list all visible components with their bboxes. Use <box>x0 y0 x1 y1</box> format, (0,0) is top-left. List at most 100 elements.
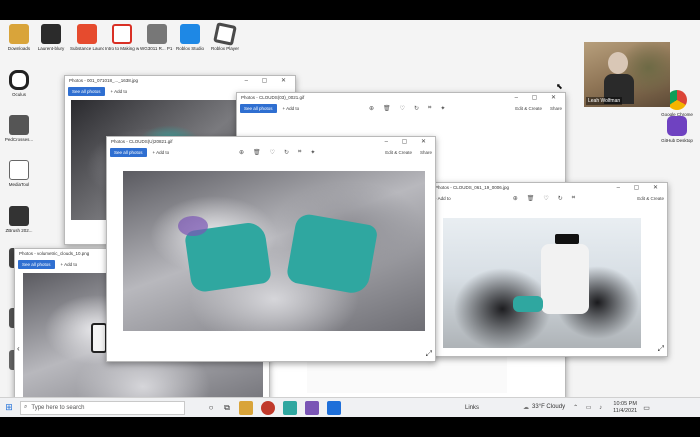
system-tray-icons[interactable]: ⌃ ▭ ♪ <box>573 404 605 411</box>
desktop-icon-github-desktop[interactable]: GitHub Desktop <box>660 116 694 143</box>
edit-create-button[interactable]: Edit & Create <box>515 106 542 111</box>
favorite-icon[interactable]: ♡ <box>400 105 405 112</box>
mouse-cursor-icon: ⬉ <box>556 82 563 91</box>
see-all-photos-button[interactable]: See all photos <box>18 259 55 269</box>
expand-icon[interactable]: ⤢ <box>658 344 664 354</box>
app-taskbar-icon[interactable] <box>305 400 319 415</box>
desktop-icon-oculus[interactable]: Oculus <box>2 70 36 97</box>
desktop-icon-label: MediaTool <box>8 182 30 187</box>
desktop-icon-label: Intro to Making with... <box>105 46 139 51</box>
clock[interactable]: 10:05 PM 11/4/2021 <box>613 401 637 415</box>
folder-icon <box>9 24 29 44</box>
desktop-icon-mediatool[interactable]: MediaTool <box>2 160 36 187</box>
desktop-icon-laurent-blury[interactable]: Laurent-blury <box>34 24 68 51</box>
share-button[interactable]: Share <box>550 106 562 111</box>
crop-icon[interactable]: ⌗ <box>298 149 301 156</box>
photo-tools: ⊕ 🗑 ♡ ↻ ⌗ ✦ <box>369 105 446 112</box>
desktop-icon-label: Downloads <box>7 46 31 51</box>
add-to-button[interactable]: + Add to <box>61 262 78 267</box>
desktop-icon-pedcrosses[interactable]: PedCrosses... <box>2 115 36 142</box>
desktop-icon-roblox-player[interactable]: Roblox Player <box>208 22 242 51</box>
desktop-icon-label: Substance Launcher <box>70 46 104 51</box>
participant-video-tile[interactable]: Leah Wolfman <box>584 42 670 107</box>
clock-date: 11/4/2021 <box>613 407 638 414</box>
roblox-studio-icon <box>180 24 200 44</box>
previous-photo-icon[interactable]: ‹ <box>17 344 20 353</box>
screen-share-frame: Downloads Oculus PedCrosses... MediaTool… <box>0 0 700 437</box>
enhance-icon[interactable]: ✦ <box>440 105 445 112</box>
window-controls[interactable]: – ▢ ✕ <box>245 77 292 84</box>
window-controls[interactable]: – ▢ ✕ <box>617 184 664 191</box>
app-taskbar-icon[interactable] <box>327 400 341 415</box>
add-to-label: Add to <box>286 105 300 111</box>
zbrush-icon <box>9 206 29 226</box>
photos-window-4[interactable]: Photos - CLOUDS_061_19_0006.jpg – ▢ ✕ + … <box>430 182 668 357</box>
window-actions: Edit & Create <box>637 196 664 201</box>
photos-app-icon[interactable] <box>283 400 297 415</box>
add-to-button[interactable]: + Add to <box>283 106 300 111</box>
window-controls[interactable]: – ▢ ✕ <box>515 94 562 101</box>
window-controls[interactable]: – ▢ ✕ <box>385 138 432 145</box>
favorite-icon[interactable]: ♡ <box>543 195 548 202</box>
zoom-icon[interactable]: ⊕ <box>369 105 374 112</box>
see-all-photos-button[interactable]: See all photos <box>68 86 105 96</box>
favorite-icon[interactable]: ♡ <box>270 149 275 156</box>
participant-face-graphic <box>608 52 628 74</box>
taskbar: ⊞ ⌕ Type here to search ○ ⧉ Links ☁ 33°F… <box>0 397 700 417</box>
desktop-icon-intro-pdf[interactable]: Intro to Making with... <box>105 24 139 51</box>
roblox-icon <box>213 22 237 46</box>
task-view-icon[interactable]: ⧉ <box>219 398 235 418</box>
desktop-icon-roblox-studio[interactable]: Roblox Studio <box>173 24 207 51</box>
share-button[interactable]: Share <box>420 150 432 155</box>
edit-create-button[interactable]: Edit & Create <box>385 150 412 155</box>
photos-window-3[interactable]: Photos - CLOUDS(U)20821.gif – ▢ ✕ See al… <box>106 136 436 362</box>
taskbar-search-box[interactable]: ⌕ Type here to search <box>20 400 185 415</box>
window-title-text: Photos - 001_071018_..._1638.jpg <box>69 78 139 83</box>
expand-icon[interactable]: ⤢ <box>426 349 432 359</box>
window-actions: Edit & Create Share <box>515 106 562 111</box>
crop-icon[interactable]: ⌗ <box>572 195 575 202</box>
add-to-button[interactable]: + Add to <box>153 150 170 155</box>
purple-blob-graphic <box>178 216 208 236</box>
rotate-icon[interactable]: ↻ <box>414 105 419 112</box>
links-toolbar[interactable]: Links <box>465 405 479 411</box>
window-title: Photos - 001_071018_..._1638.jpg – ▢ ✕ <box>65 76 295 85</box>
edit-create-button[interactable]: Edit & Create <box>637 196 664 201</box>
notifications-icon[interactable]: ▭ <box>643 404 650 412</box>
cloud-icon: ☁ <box>523 405 530 411</box>
delete-icon[interactable]: 🗑 <box>253 149 261 156</box>
delete-icon[interactable]: 🗑 <box>383 105 391 112</box>
desktop-icon-zbrush[interactable]: ZBrush 202... <box>2 206 36 233</box>
desktop-icon-label: ZBrush 202... <box>5 228 33 233</box>
enhance-icon[interactable]: ✦ <box>310 149 315 156</box>
photos-toolbar: See all photos + Add to ⊕ 🗑 ♡ ↻ ⌗ ✦ Edit… <box>107 146 435 158</box>
photo-image <box>123 171 425 331</box>
file-explorer-icon[interactable] <box>239 400 253 415</box>
cortana-icon[interactable]: ○ <box>203 398 219 418</box>
zoom-icon[interactable]: ⊕ <box>513 195 518 202</box>
window-actions: Edit & Create Share <box>385 150 432 155</box>
window-title: Photos - CLOUDS(U)20821.gif – ▢ ✕ <box>107 137 435 146</box>
crop-icon[interactable]: ⌗ <box>428 105 431 112</box>
desktop-icon-substance-launcher[interactable]: Substance Launcher <box>70 24 104 51</box>
add-to-button[interactable]: + Add to <box>111 89 128 94</box>
zoom-icon[interactable]: ⊕ <box>239 149 244 156</box>
see-all-photos-button[interactable]: See all photos <box>240 103 277 113</box>
see-all-photos-button[interactable]: See all photos <box>110 147 147 157</box>
desktop-icon-downloads[interactable]: Downloads <box>2 24 36 51</box>
windows-start-icon[interactable]: ⊞ <box>0 398 18 418</box>
desktop-icon-label: Oculus <box>11 92 26 97</box>
delete-icon[interactable]: 🗑 <box>527 195 535 202</box>
window-title-text: Photos - CLOUDS_061_19_0006.jpg <box>435 185 510 190</box>
rotate-icon[interactable]: ↻ <box>284 149 289 156</box>
photos-toolbar: See all photos + Add to ⊕ 🗑 ♡ ↻ ⌗ ✦ Edit… <box>237 102 565 114</box>
window-title: Photos - CLOUDS(03)_0021.gif – ▢ ✕ <box>237 93 565 102</box>
rotate-icon[interactable]: ↻ <box>558 195 563 202</box>
phone-graphic <box>91 323 107 353</box>
add-to-button[interactable]: + Add to <box>434 196 451 201</box>
substance-icon <box>77 24 97 44</box>
desktop-icon-video-file[interactable]: WG3011 R... P1 - D1571... <box>140 24 174 51</box>
weather-widget[interactable]: ☁ 33°F Cloudy <box>523 404 565 411</box>
photo-tools: ⊕ 🗑 ♡ ↻ ⌗ ✦ <box>239 149 316 156</box>
chrome-taskbar-icon[interactable] <box>261 400 275 415</box>
